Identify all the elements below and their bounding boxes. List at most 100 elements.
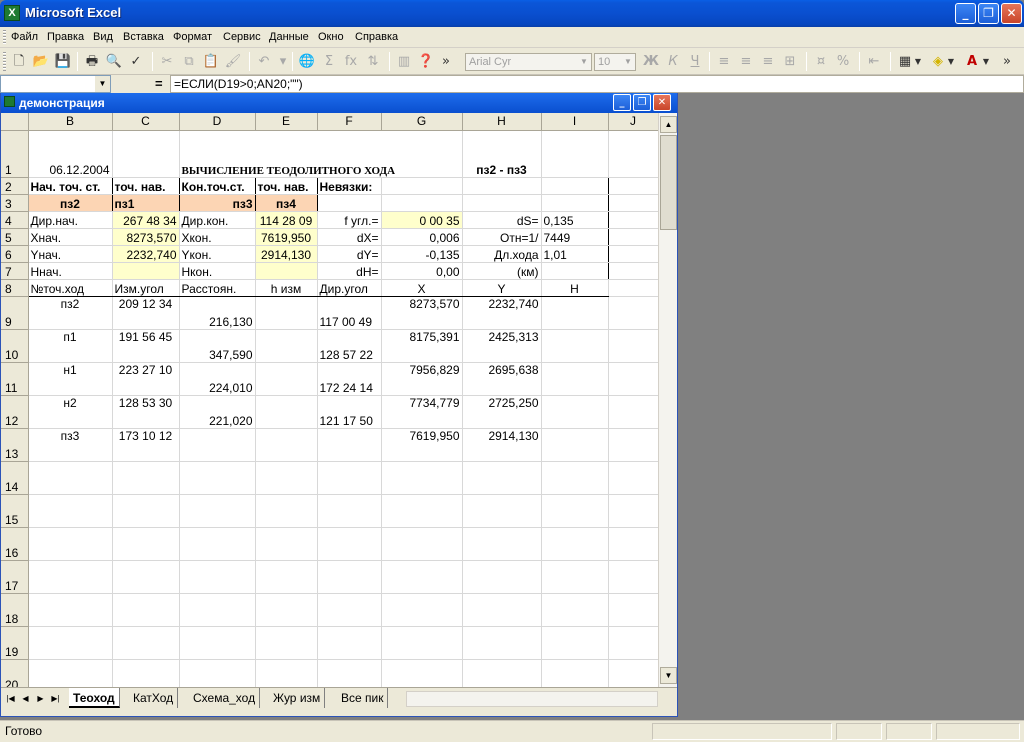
- cell[interactable]: [381, 626, 463, 660]
- cell[interactable]: 7734,779: [381, 395, 463, 429]
- cell[interactable]: [317, 461, 382, 495]
- cell[interactable]: [255, 395, 318, 429]
- cell[interactable]: [28, 527, 113, 561]
- cell[interactable]: [541, 593, 609, 627]
- toolbar-grip[interactable]: [3, 30, 6, 45]
- cell[interactable]: [608, 329, 658, 363]
- cell[interactable]: [28, 560, 113, 594]
- cell[interactable]: н2: [28, 395, 113, 429]
- cell[interactable]: 7619,950: [381, 428, 463, 462]
- cell[interactable]: 191 56 45: [112, 329, 180, 363]
- row-header[interactable]: 2: [1, 177, 29, 195]
- cell[interactable]: Расстоян.: [179, 278, 256, 297]
- cell[interactable]: [608, 130, 658, 178]
- function-icon[interactable]: fx: [341, 52, 361, 71]
- cell[interactable]: [608, 177, 658, 195]
- cell[interactable]: 128 57 22: [317, 329, 382, 363]
- cell[interactable]: [541, 362, 609, 396]
- cell[interactable]: 172 24 14: [317, 362, 382, 396]
- cell[interactable]: [608, 659, 658, 687]
- cell[interactable]: 06.12.2004: [28, 130, 113, 178]
- cell[interactable]: [381, 176, 463, 195]
- cell[interactable]: 209 12 34: [112, 296, 180, 330]
- column-header[interactable]: F: [317, 113, 382, 131]
- cell[interactable]: 223 27 10: [112, 362, 180, 396]
- cell[interactable]: [317, 659, 382, 687]
- cell[interactable]: Кон.точ.ст.: [179, 176, 256, 195]
- cell[interactable]: [255, 659, 318, 687]
- cell[interactable]: [462, 659, 542, 687]
- cell[interactable]: Yнач.: [27, 245, 113, 263]
- save-icon[interactable]: 💾: [53, 52, 73, 71]
- menu-format[interactable]: Формат: [173, 31, 212, 43]
- scroll-thumb[interactable]: [660, 135, 677, 230]
- toolbar-overflow-icon[interactable]: »: [1000, 52, 1014, 71]
- cell[interactable]: 7449: [541, 228, 609, 246]
- cell[interactable]: [541, 194, 609, 212]
- column-header[interactable]: B: [28, 113, 113, 131]
- cell[interactable]: пз2: [28, 296, 113, 330]
- cell[interactable]: [317, 494, 382, 528]
- cell[interactable]: точ. нав.: [255, 176, 318, 195]
- row-header[interactable]: 18: [1, 593, 29, 627]
- cell[interactable]: 173 10 12: [112, 428, 180, 462]
- restore-button[interactable]: ❐: [978, 3, 999, 24]
- cell[interactable]: [462, 593, 542, 627]
- open-folder-icon[interactable]: 📂: [31, 52, 51, 71]
- cell[interactable]: Дир.угол: [317, 278, 382, 297]
- percent-icon[interactable]: %: [833, 52, 853, 71]
- vertical-scrollbar[interactable]: ▲ ▼: [658, 113, 677, 687]
- cell[interactable]: [381, 560, 463, 594]
- cell[interactable]: [381, 194, 463, 212]
- formula-input[interactable]: =ЕСЛИ(D19>0;AN20;""): [170, 75, 1024, 93]
- column-header[interactable]: E: [255, 113, 318, 131]
- cell[interactable]: [179, 593, 256, 627]
- align-left-icon[interactable]: ≡: [714, 52, 734, 71]
- cell[interactable]: [608, 296, 658, 330]
- tab-katkhod[interactable]: КатХод: [129, 688, 179, 708]
- cell[interactable]: [317, 428, 382, 462]
- cell[interactable]: dS=: [462, 211, 542, 229]
- cut-icon[interactable]: ✂: [157, 52, 177, 71]
- tab-skhema-khod[interactable]: Схема_ход: [189, 688, 261, 708]
- cell[interactable]: dY=: [317, 245, 382, 263]
- cell[interactable]: [112, 659, 180, 687]
- cell[interactable]: 7956,829: [381, 362, 463, 396]
- cell[interactable]: Невязки:: [317, 176, 382, 195]
- cell[interactable]: [541, 560, 609, 594]
- cell[interactable]: 2232,740: [462, 296, 542, 330]
- cell[interactable]: Хкон.: [179, 228, 256, 246]
- cell[interactable]: [28, 494, 113, 528]
- cell[interactable]: [541, 626, 609, 660]
- cell[interactable]: [317, 527, 382, 561]
- cell[interactable]: [112, 527, 180, 561]
- cell[interactable]: [541, 329, 609, 363]
- cell[interactable]: Хнач.: [27, 228, 113, 246]
- cell-title[interactable]: ВЫЧИСЛЕНИЕ ТЕОДОЛИТНОГО ХОДА: [179, 130, 463, 178]
- cell[interactable]: [608, 494, 658, 528]
- tab-prev-icon[interactable]: ◀: [19, 691, 32, 706]
- cell[interactable]: пз3: [179, 194, 256, 212]
- cell[interactable]: [317, 194, 382, 212]
- cell[interactable]: [255, 560, 318, 594]
- cell[interactable]: [179, 461, 256, 495]
- cell[interactable]: [462, 560, 542, 594]
- select-all-corner[interactable]: [1, 113, 29, 131]
- chevron-down-icon[interactable]: ▾: [273, 52, 293, 71]
- paste-icon[interactable]: 📋: [201, 52, 221, 71]
- cell[interactable]: [179, 626, 256, 660]
- cell[interactable]: [317, 560, 382, 594]
- menu-insert[interactable]: Вставка: [123, 31, 164, 43]
- cell[interactable]: [462, 194, 542, 212]
- cell[interactable]: 224,010: [179, 362, 256, 396]
- merge-center-icon[interactable]: ⊞: [780, 52, 800, 71]
- cell[interactable]: Дир.кон.: [179, 211, 256, 229]
- cell[interactable]: [255, 593, 318, 627]
- row-header[interactable]: 8: [1, 279, 29, 297]
- cell[interactable]: [541, 262, 609, 280]
- menu-window[interactable]: Окно: [318, 31, 344, 43]
- column-header[interactable]: D: [179, 113, 256, 131]
- column-header[interactable]: G: [381, 113, 463, 131]
- workbook-minimize-button[interactable]: _: [613, 94, 631, 111]
- cell[interactable]: [255, 296, 318, 330]
